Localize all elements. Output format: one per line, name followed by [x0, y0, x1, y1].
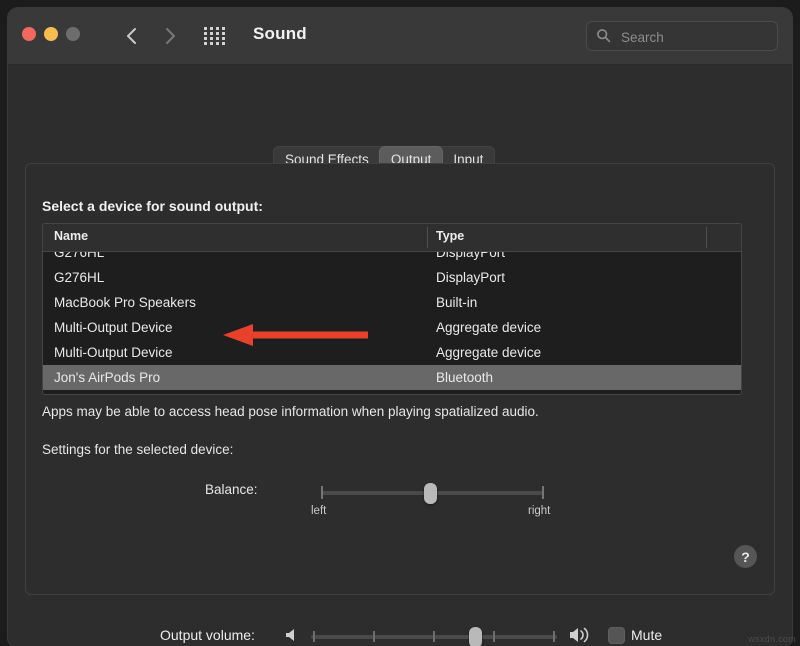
help-button[interactable]: ? — [734, 545, 757, 568]
mute-checkbox[interactable] — [609, 628, 624, 643]
device-name: Multi-Output Device — [54, 315, 173, 340]
table-row[interactable]: Multi-Output Device Aggregate device — [43, 340, 741, 365]
device-type: Aggregate device — [436, 315, 541, 340]
device-type: Bluetooth — [436, 365, 493, 390]
column-header-name[interactable]: Name — [54, 229, 88, 243]
balance-label: Balance: — [205, 482, 258, 497]
show-all-preferences-grid-icon[interactable] — [204, 27, 226, 43]
balance-slider[interactable] — [321, 481, 544, 505]
volume-tick — [433, 631, 435, 642]
volume-tick — [373, 631, 375, 642]
back-chevron-icon[interactable] — [122, 24, 142, 48]
device-name: Jon's AirPods Pro — [54, 365, 160, 390]
device-list-table[interactable]: Name Type G276HL DisplayPort G276HL Disp… — [42, 223, 742, 395]
spatial-audio-note: Apps may be able to access head pose inf… — [42, 404, 539, 419]
device-type: DisplayPort — [436, 252, 505, 265]
column-divider[interactable] — [706, 227, 707, 248]
volume-tick — [493, 631, 495, 642]
speaker-low-icon — [284, 626, 302, 644]
volume-tick — [313, 631, 315, 642]
preferences-content: Sound Effects Output Input Select a devi… — [8, 65, 792, 646]
balance-tick-right — [542, 486, 544, 499]
balance-slider-thumb[interactable] — [424, 483, 437, 504]
device-table-header: Name Type — [43, 224, 741, 252]
table-row[interactable]: G276HL DisplayPort — [43, 265, 741, 290]
table-row[interactable]: Jon's AirPods Pro Bluetooth — [43, 365, 741, 390]
search-input[interactable] — [619, 26, 771, 48]
window-titlebar: Sound — [8, 8, 792, 65]
forward-chevron-icon[interactable] — [160, 24, 180, 48]
search-field[interactable] — [586, 21, 778, 51]
zoom-window-button[interactable] — [66, 27, 80, 41]
balance-tick-left — [321, 486, 323, 499]
table-row[interactable]: G276HL DisplayPort — [43, 252, 741, 265]
column-divider[interactable] — [427, 227, 428, 248]
device-name: G276HL — [54, 252, 104, 265]
sound-preferences-window: Sound Sound Effects Output Input Select … — [8, 8, 792, 646]
speaker-high-icon — [568, 624, 592, 646]
output-volume-label: Output volume: — [160, 627, 255, 643]
device-name: G276HL — [54, 265, 104, 290]
watermark: wsxdn.com — [748, 634, 796, 644]
annotation-arrow-icon — [223, 324, 368, 346]
volume-tick — [553, 631, 555, 642]
device-type: Built-in — [436, 290, 477, 315]
output-volume-slider[interactable] — [311, 625, 557, 646]
balance-left-label: left — [311, 505, 326, 517]
select-device-label: Select a device for sound output: — [42, 198, 263, 214]
balance-right-label: right — [528, 505, 550, 517]
device-name: Multi-Output Device — [54, 340, 173, 365]
table-row[interactable]: MacBook Pro Speakers Built-in — [43, 290, 741, 315]
search-icon — [596, 28, 611, 43]
mute-label[interactable]: Mute — [631, 627, 662, 643]
device-type: DisplayPort — [436, 265, 505, 290]
selected-device-settings-label: Settings for the selected device: — [42, 442, 233, 457]
minimize-window-button[interactable] — [44, 27, 58, 41]
volume-slider-thumb[interactable] — [469, 627, 482, 646]
device-table-rows: G276HL DisplayPort G276HL DisplayPort Ma… — [43, 252, 741, 393]
table-row[interactable]: Multi-Output Device Aggregate device — [43, 315, 741, 340]
page-title: Sound — [253, 24, 307, 44]
column-header-type[interactable]: Type — [436, 229, 464, 243]
device-type: Aggregate device — [436, 340, 541, 365]
close-window-button[interactable] — [22, 27, 36, 41]
device-name: MacBook Pro Speakers — [54, 290, 196, 315]
